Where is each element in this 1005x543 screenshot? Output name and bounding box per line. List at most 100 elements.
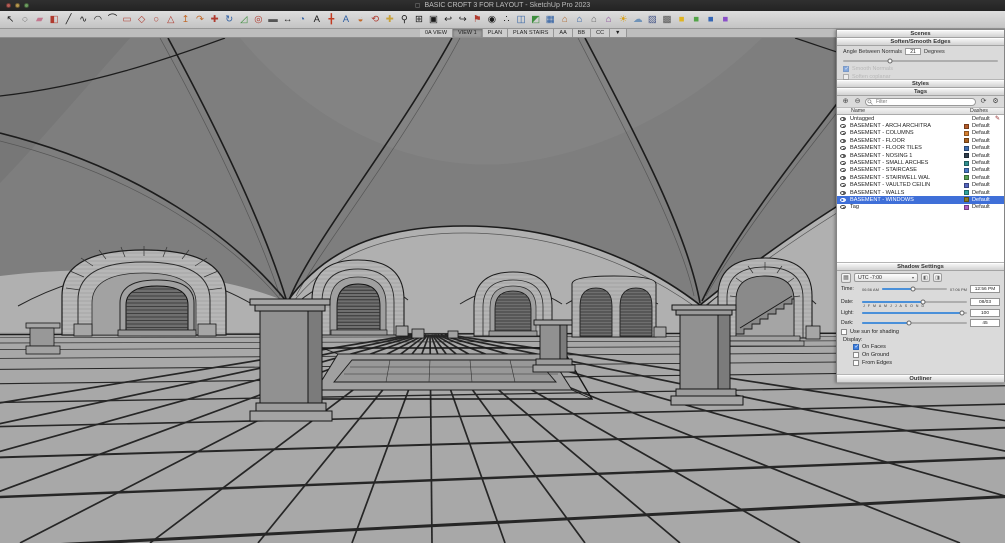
tool-x-ray-icon[interactable]: ▨ [645,12,660,27]
tool-push-pull-icon[interactable]: ↥ [178,12,193,27]
tag-row[interactable]: BASEMENT - SMALL ARCHES Default [837,159,1004,166]
soften-coplanar-checkbox[interactable]: Soften coplanar [841,73,1000,81]
use-sun-checkbox[interactable]: Use sun for shading [839,328,1002,336]
tag-row[interactable]: BASEMENT - FLOOR Default [837,137,1004,144]
tag-dashes-value[interactable]: Default [972,138,995,144]
visibility-eye-icon[interactable] [840,183,846,188]
tag-dashes-value[interactable]: Default [972,190,995,196]
tag-filter-input[interactable] [865,97,976,106]
date-value-field[interactable]: 08/03 [970,297,1000,306]
outliner-section-header[interactable]: Outliner [837,375,1004,383]
tag-row[interactable]: BASEMENT - COLUMNS Default [837,130,1004,137]
tag-color-swatch[interactable] [964,153,969,159]
tool-scale-icon[interactable]: ◿ [237,12,252,27]
tool-view-top-icon[interactable]: ▦ [543,12,558,27]
tags-section-header[interactable]: Tags [837,88,1004,96]
angle-value-field[interactable]: 21 [905,48,922,55]
tool-eraser-icon[interactable]: ▰ [32,12,47,27]
on-ground-checkbox[interactable]: On Ground [839,351,1002,359]
tag-dashes-value[interactable]: Default [972,197,995,203]
left-pier[interactable] [249,298,333,422]
tag-row[interactable]: BASEMENT - STAIRWELL WAL Default [837,174,1004,181]
tool-arc-icon[interactable]: ◠ [91,12,106,27]
tool-style-4-icon[interactable]: ■ [718,12,733,27]
tool-view-back-icon[interactable]: ⌂ [587,12,602,27]
tool-view-front-icon[interactable]: ⌂ [558,12,573,27]
tag-color-swatch[interactable] [964,204,969,210]
visibility-eye-icon[interactable] [840,116,846,121]
timezone-select[interactable]: UTC -7:00 ▾ [854,273,918,282]
tag-dashes-value[interactable]: Default [972,153,995,159]
tag-dashes-value[interactable]: Default [972,182,995,188]
tag-color-swatch[interactable] [964,197,969,203]
visibility-eye-icon[interactable] [840,168,846,173]
shadow-detail-right-button[interactable]: ◨ [933,273,942,282]
tool-rotate-icon[interactable]: ↻ [222,12,237,27]
add-tag-button[interactable]: ⊕ [841,97,850,106]
tag-dashes-value[interactable]: Default [972,204,995,210]
visibility-eye-icon[interactable] [840,138,846,143]
tag-color-swatch[interactable] [964,145,969,151]
tag-row[interactable]: BASEMENT - ARCH ARCHITRA Default [837,122,1004,129]
tag-dashes-value[interactable]: Default [972,145,995,151]
tag-dashes-value[interactable]: Default [972,175,995,181]
tag-row[interactable]: Untagged Default ✎ [837,115,1004,122]
tool-shadows-icon[interactable]: ☀ [616,12,631,27]
tool-pan-icon[interactable]: ✚ [382,12,397,27]
tool-zoom-extents-icon[interactable]: ▣ [426,12,441,27]
tag-row[interactable]: Tag Default [837,204,1004,211]
tool-view-right-icon[interactable]: ⌂ [572,12,587,27]
tool-tape-measure-icon[interactable]: ▬ [266,12,281,27]
tag-color-swatch[interactable] [964,167,969,173]
tag-options-button[interactable]: ⚙ [991,97,1000,106]
dark-slider[interactable] [862,319,967,328]
tool-walk-icon[interactable]: ∴ [499,12,514,27]
tag-dashes-value[interactable]: Default [972,123,995,129]
tool-rotated-rectangle-icon[interactable]: ◇ [134,12,149,27]
tag-color-swatch[interactable] [964,123,969,129]
tag-dashes-value[interactable]: Default [972,160,995,166]
tool-wireframe-icon[interactable]: ▩ [660,12,675,27]
tool-style-2-icon[interactable]: ■ [689,12,704,27]
tool-text-icon[interactable]: A [309,12,324,27]
tool-style-3-icon[interactable]: ■ [704,12,719,27]
styles-section-header[interactable]: Styles [837,80,1004,88]
tag-dashes-value[interactable]: Default [972,130,995,136]
shadow-detail-left-button[interactable]: ◧ [921,273,930,282]
tool-follow-me-icon[interactable]: ↷ [193,12,208,27]
scene-tab-bb[interactable]: BB [572,29,592,37]
tag-dashes-value[interactable]: Default [972,116,995,122]
from-edges-checkbox[interactable]: From Edges [839,359,1002,367]
tag-color-swatch[interactable] [964,175,969,181]
visibility-eye-icon[interactable] [840,153,846,158]
light-value-field[interactable]: 100 [970,309,1000,317]
visibility-eye-icon[interactable] [840,190,846,195]
visibility-eye-icon[interactable] [840,197,846,202]
tool-section-plane-icon[interactable]: ◒ [353,12,368,27]
name-column-header[interactable]: Name [851,108,970,114]
tool-axes-icon[interactable]: ╋ [324,12,339,27]
scene-tab-aa[interactable]: AA [554,29,573,37]
tag-color-swatch[interactable] [964,130,969,136]
zoom-button[interactable] [24,3,29,8]
tag-row[interactable]: BASEMENT - FLOOR TILES Default [837,145,1004,152]
date-slider[interactable]: J F M A M J J A S O N D [862,297,967,308]
scene-tab-cc[interactable]: CC [591,29,611,37]
tool-rectangle-icon[interactable]: ▭ [120,12,135,27]
tool-previous-view-icon[interactable]: ↩ [441,12,456,27]
tool-two-point-arc-icon[interactable]: ⌒ [105,12,120,27]
light-slider[interactable] [862,309,967,318]
visibility-eye-icon[interactable] [840,124,846,129]
tool-position-camera-icon[interactable]: ⚑ [470,12,485,27]
tool-line-icon[interactable]: ╱ [61,12,76,27]
tool-freehand-icon[interactable]: ∿ [76,12,91,27]
on-faces-checkbox[interactable]: On Faces [839,343,1002,351]
tag-row[interactable]: BASEMENT - VAULTED CEILIN Default [837,182,1004,189]
visibility-eye-icon[interactable] [840,205,846,210]
tag-row[interactable]: BASEMENT - STAIRCASE Default [837,167,1004,174]
tool-lasso-icon[interactable]: ◌ [18,12,33,27]
visibility-eye-icon[interactable] [840,175,846,180]
arch-right-mid-pair[interactable] [571,275,657,338]
tag-color-swatch[interactable] [964,160,969,166]
tool-next-view-icon[interactable]: ↪ [455,12,470,27]
